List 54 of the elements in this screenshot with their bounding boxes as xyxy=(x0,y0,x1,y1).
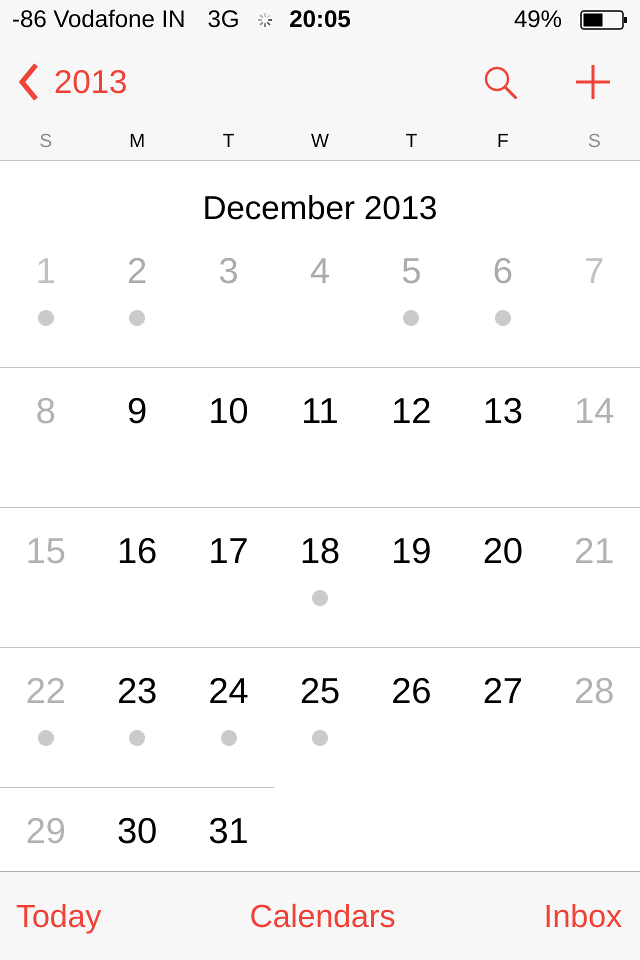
network-type: 3G xyxy=(207,6,240,34)
day-number[interactable]: 28 xyxy=(574,671,614,711)
day-number[interactable]: 17 xyxy=(208,531,249,571)
battery-icon xyxy=(580,10,628,30)
clock-time: 20:05 xyxy=(289,6,351,34)
toolbar-button[interactable]: Calendars xyxy=(250,896,396,936)
day-number[interactable]: 26 xyxy=(391,671,432,711)
day-number[interactable]: 8 xyxy=(36,391,56,431)
add-button[interactable] xyxy=(576,65,610,99)
day-number[interactable]: 11 xyxy=(301,391,339,431)
weekday-label: W xyxy=(311,131,329,152)
weekday-label: T xyxy=(406,131,418,152)
day-number[interactable]: 20 xyxy=(482,531,523,571)
day-number[interactable]: 29 xyxy=(26,811,66,851)
day-number[interactable]: 22 xyxy=(26,671,66,711)
day-number[interactable]: 4 xyxy=(310,251,330,291)
carrier-name: -86 Vodafone IN xyxy=(12,6,186,34)
day-number[interactable]: 27 xyxy=(482,671,523,711)
day-number[interactable]: 16 xyxy=(117,531,158,571)
weekday-label: M xyxy=(129,131,146,152)
day-number[interactable]: 23 xyxy=(117,671,158,711)
search-icon xyxy=(484,66,517,98)
plus-icon xyxy=(576,65,610,99)
month-title: December 2013 xyxy=(202,189,438,226)
day-number[interactable]: 2 xyxy=(127,251,148,291)
day-number[interactable]: 7 xyxy=(584,251,604,291)
day-number[interactable]: 18 xyxy=(300,531,340,571)
chevron-left-icon xyxy=(17,62,39,102)
day-number[interactable]: 10 xyxy=(208,391,249,431)
day-number[interactable]: 15 xyxy=(26,531,66,571)
day-number[interactable]: 9 xyxy=(127,391,148,431)
back-button[interactable]: 2013 xyxy=(17,62,128,102)
day-number[interactable]: 1 xyxy=(36,251,56,291)
day-number[interactable]: 25 xyxy=(300,671,340,711)
toolbar-button[interactable]: Inbox xyxy=(544,896,622,936)
day-number[interactable]: 24 xyxy=(208,671,249,711)
battery-percentage: 49% xyxy=(514,6,562,34)
day-number[interactable]: 31 xyxy=(208,811,249,851)
day-number[interactable]: 19 xyxy=(391,531,432,571)
search-button[interactable] xyxy=(484,66,517,98)
weekday-label: T xyxy=(222,131,234,152)
activity-spinner-icon xyxy=(257,12,274,28)
weekday-label: F xyxy=(497,131,509,152)
weekday-label: S xyxy=(588,131,601,152)
day-number[interactable]: 21 xyxy=(574,531,614,571)
day-number[interactable]: 3 xyxy=(218,251,239,291)
day-number[interactable]: 5 xyxy=(401,251,422,291)
day-number[interactable]: 13 xyxy=(482,391,523,431)
day-number[interactable]: 14 xyxy=(574,391,614,431)
toolbar-button[interactable]: Today xyxy=(16,896,102,936)
day-number[interactable]: 12 xyxy=(391,391,432,431)
day-number[interactable]: 6 xyxy=(492,251,513,291)
day-number[interactable]: 30 xyxy=(117,811,158,851)
weekday-label: S xyxy=(39,131,52,152)
